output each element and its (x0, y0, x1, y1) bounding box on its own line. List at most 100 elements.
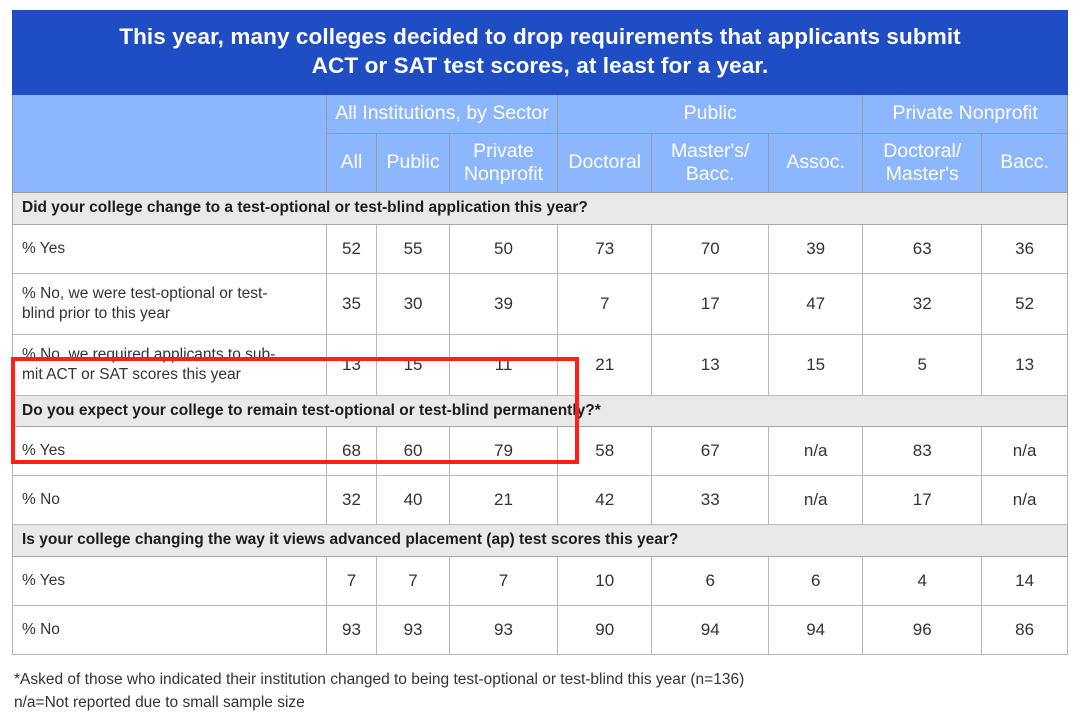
data-cell: 17 (651, 272, 770, 335)
column-header-masters-bacc-line-2: Bacc. (685, 162, 735, 185)
column-header-private-nonprofit: Private Nonprofit (448, 132, 559, 194)
data-cell: 21 (557, 333, 653, 396)
table-row: % No 93 93 93 90 94 94 96 86 (12, 604, 1068, 655)
row-label: % No, we were test-optional or test- bli… (12, 272, 327, 335)
data-cell: 7 (376, 555, 450, 606)
column-header-bacc: Bacc. (981, 132, 1068, 194)
row-label: % No (12, 475, 327, 526)
data-cell: 96 (862, 604, 983, 655)
footnotes: *Asked of those who indicated their inst… (12, 668, 1068, 714)
row-label-line-2: blind prior to this year (22, 304, 171, 322)
column-header-doctoral-masters-line-1: Doctoral/ (883, 139, 962, 162)
column-header-private-nonprofit-line-2: Nonprofit (463, 162, 544, 185)
data-cell: 11 (448, 333, 559, 396)
data-cell: 70 (651, 223, 770, 274)
data-cell: n/a (768, 475, 864, 526)
data-cell: 10 (557, 555, 653, 606)
data-cell: 36 (981, 223, 1068, 274)
table-title-line-2: ACT or SAT test scores, at least for a y… (311, 52, 769, 78)
data-cell: 50 (448, 223, 559, 274)
footnote-na: n/a=Not reported due to small sample siz… (14, 694, 305, 712)
data-cell: 52 (981, 272, 1068, 335)
data-cell: 7 (557, 272, 653, 335)
data-cell: 86 (981, 604, 1068, 655)
data-cell: 39 (768, 223, 864, 274)
table-row: % No 32 40 21 42 33 n/a 17 n/a (12, 475, 1068, 526)
data-cell: 83 (862, 426, 983, 477)
data-cell: 42 (557, 475, 653, 526)
data-cell: 93 (325, 604, 378, 655)
column-header-all: All (325, 132, 378, 194)
data-cell: n/a (768, 426, 864, 477)
section-question-1: Did your college change to a test-option… (12, 192, 1068, 225)
data-cell: 6 (768, 555, 864, 606)
row-label-line-1: % No, we were test-optional or test- (22, 284, 268, 302)
table-title-row: This year, many colleges decided to drop… (12, 10, 1068, 95)
column-header-masters-bacc-line-1: Master's/ (670, 139, 750, 162)
data-cell: 30 (376, 272, 450, 335)
data-cell: 33 (651, 475, 770, 526)
column-header-private-nonprofit-line-1: Private (473, 139, 534, 162)
group-header-private-nonprofit: Private Nonprofit (862, 93, 1068, 134)
stub-header-cell (12, 93, 327, 194)
column-header-doctoral-masters-line-2: Master's (885, 162, 959, 185)
data-cell: 13 (651, 333, 770, 396)
data-cell: 68 (325, 426, 378, 477)
data-cell: 7 (448, 555, 559, 606)
data-cell: 14 (981, 555, 1068, 606)
column-header-masters-bacc: Master's/ Bacc. (651, 132, 770, 194)
column-group-header-row: All Institutions, by Sector Public Priva… (12, 93, 1068, 194)
footnote-asterisk: *Asked of those who indicated their inst… (14, 670, 745, 688)
data-cell: 94 (768, 604, 864, 655)
data-cell: 6 (651, 555, 770, 606)
data-cell: 40 (376, 475, 450, 526)
section-question-row: Is your college changing the way it view… (12, 524, 1068, 557)
group-header-public: Public (557, 93, 864, 134)
data-cell: 4 (862, 555, 983, 606)
data-cell: 55 (376, 223, 450, 274)
table-row: % Yes 52 55 50 73 70 39 63 36 (12, 223, 1068, 274)
section-question-2: Do you expect your college to remain tes… (12, 394, 1068, 428)
data-cell: 15 (376, 333, 450, 396)
row-label: % Yes (12, 223, 327, 274)
data-cell: 93 (376, 604, 450, 655)
data-cell: 67 (651, 426, 770, 477)
table-row: % No, we were test-optional or test- bli… (12, 272, 1068, 335)
data-cell: 5 (862, 333, 983, 396)
data-cell: 13 (325, 333, 378, 396)
column-header-doctoral: Doctoral (557, 132, 653, 194)
data-cell: 52 (325, 223, 378, 274)
survey-results-table: This year, many colleges decided to drop… (12, 10, 1068, 655)
data-cell: 32 (325, 475, 378, 526)
row-label: % Yes (12, 555, 327, 606)
row-label: % No, we required applicants to sub- mit… (12, 333, 327, 396)
data-cell: 47 (768, 272, 864, 335)
data-cell: n/a (981, 475, 1068, 526)
table-title-line-1: This year, many colleges decided to drop… (119, 24, 961, 49)
row-label: % Yes (12, 426, 327, 477)
group-header-all-institutions: All Institutions, by Sector (325, 93, 559, 134)
row-label: % No (12, 604, 327, 655)
data-cell: 35 (325, 272, 378, 335)
data-cell: 13 (981, 333, 1068, 396)
data-cell: 73 (557, 223, 653, 274)
section-question-row: Did your college change to a test-option… (12, 192, 1068, 225)
data-cell: 32 (862, 272, 983, 335)
data-cell: 60 (376, 426, 450, 477)
data-cell: 7 (325, 555, 378, 606)
row-label-line-2: mit ACT or SAT scores this year (22, 365, 241, 383)
data-cell: 90 (557, 604, 653, 655)
section-question-row: Do you expect your college to remain tes… (12, 394, 1068, 428)
data-cell: 39 (448, 272, 559, 335)
table-row: % No, we required applicants to sub- mit… (12, 333, 1068, 396)
data-cell: 79 (448, 426, 559, 477)
table-title: This year, many colleges decided to drop… (12, 10, 1068, 95)
table-row: % Yes 7 7 7 10 6 6 4 14 (12, 555, 1068, 606)
column-header-public: Public (376, 132, 450, 194)
data-cell: 15 (768, 333, 864, 396)
row-label-line-1: % No, we required applicants to sub- (22, 345, 276, 363)
data-cell: 93 (448, 604, 559, 655)
data-cell: 94 (651, 604, 770, 655)
data-cell: 17 (862, 475, 983, 526)
table-row: % Yes 68 60 79 58 67 n/a 83 n/a (12, 426, 1068, 477)
